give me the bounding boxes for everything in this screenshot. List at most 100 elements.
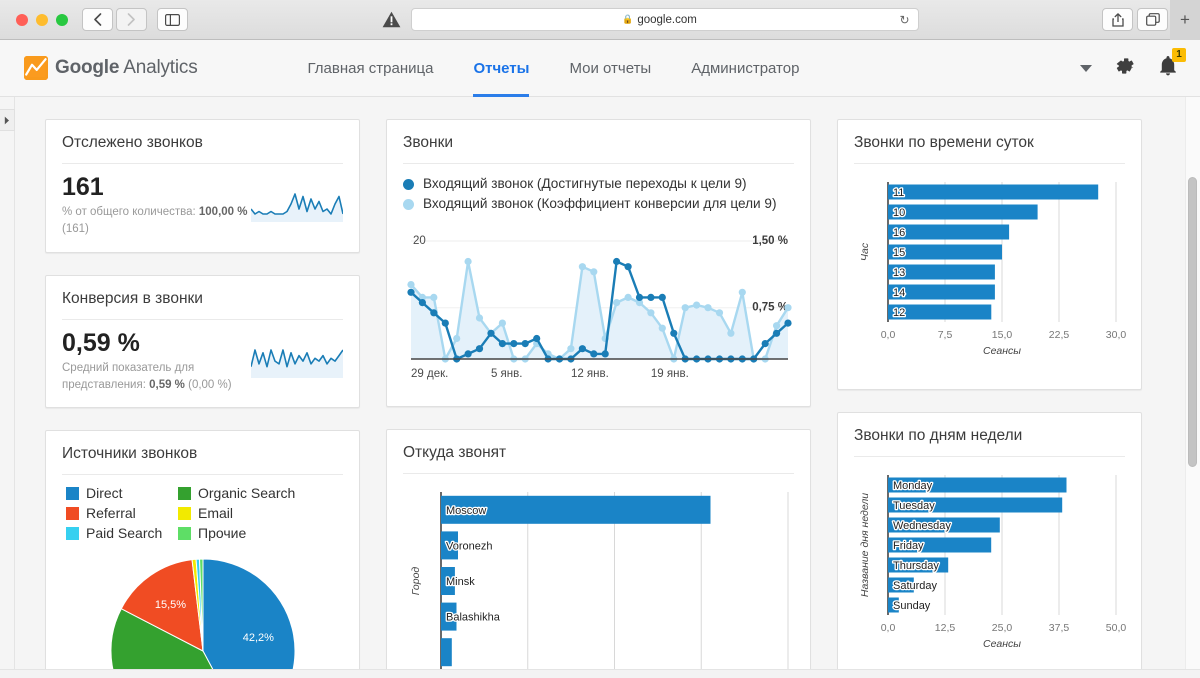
metric-sub-suffix: (0,00 %) <box>184 378 232 391</box>
bar-category-label: 15 <box>893 247 905 259</box>
metric-sub-value: 100,00 % <box>198 206 248 219</box>
address-bar[interactable]: 🔒 google.com ↻ <box>410 8 919 31</box>
metric-value: 0,59 % <box>62 328 140 357</box>
chevron-down-icon[interactable] <box>1080 64 1092 72</box>
scorecard-row: 0,59 % Средний показатель для представле… <box>62 328 343 394</box>
x-axis-tick: 12 янв. <box>571 368 609 380</box>
card-call-conversion: Конверсия в звонки 0,59 % Средний показа… <box>45 274 360 409</box>
by-hour-bar-chart[interactable]: 11 10 16 15 13 14 12 0,0 7,5 15,0 22,5 30,0 Сеансы Ча… <box>854 174 1126 370</box>
horizontal-scrollbar-track[interactable] <box>0 669 1200 678</box>
new-tab-button[interactable]: + <box>1170 0 1200 40</box>
bar-category-label: Tuesday <box>893 500 935 512</box>
y-axis-tick: 20 <box>413 235 426 247</box>
pie-legend-item-прочие[interactable]: Прочие <box>178 525 343 541</box>
metric-sub-suffix: (161) <box>62 222 89 235</box>
by-weekday-bar-chart[interactable]: Monday Tuesday Wednesday Friday Thursday Satu… <box>854 467 1126 663</box>
expand-sidebar-button[interactable] <box>0 109 15 131</box>
x-axis-tick: 12,5 <box>935 622 956 634</box>
pie-legend: Direct Organic Search Referral Email Paid Se… <box>66 485 343 541</box>
card-title: Звонки <box>403 134 794 164</box>
maximize-window-button[interactable] <box>56 13 68 26</box>
metric-subtext: Средний показатель для представления: 0,… <box>62 360 251 393</box>
share-button[interactable] <box>1102 8 1133 31</box>
sparkline-tracked-calls <box>251 193 343 222</box>
pie-legend-item-organic-search[interactable]: Organic Search <box>178 485 343 501</box>
legend-label: Входящий звонок (Коэффициент конверсии д… <box>423 196 777 212</box>
share-icon <box>1111 12 1124 27</box>
main-nav: Главная страница Отчеты Мои отчеты Админ… <box>288 40 820 97</box>
bar-category-label: 10 <box>893 207 905 219</box>
legend-dot-icon <box>403 178 414 190</box>
dashboard-body: Отслежено звонков 161 % от общего количе… <box>0 97 1200 678</box>
scorecard-row: 161 % от общего количества: 100,00 % (16… <box>62 174 343 238</box>
gear-icon[interactable] <box>1114 55 1136 81</box>
nav-item-home[interactable]: Главная страница <box>288 40 454 97</box>
line-chart-legend: Входящий звонок (Достигнутые переходы к … <box>403 174 794 215</box>
card-calls-timeseries: Звонки Входящий звонок (Достигнутые пере… <box>386 119 811 407</box>
where-from-bar-chart[interactable]: Moscow Voronezh Minsk Balashikha Город <box>403 484 796 670</box>
chevron-left-icon <box>94 13 102 26</box>
minimize-window-button[interactable] <box>36 13 48 26</box>
tabs-overview-icon <box>1145 13 1160 26</box>
pie-slice-label: 15,5% <box>154 599 185 611</box>
metric-sub-prefix: % от общего количества: <box>62 206 199 219</box>
logo-text-google: Google <box>55 57 120 78</box>
legend-label: Paid Search <box>86 525 163 542</box>
bar-category-label: Friday <box>893 540 924 552</box>
legend-label: Referral <box>86 505 136 522</box>
sidebar-toggle-button[interactable] <box>157 8 188 31</box>
legend-item-conversion-rate[interactable]: Входящий звонок (Коэффициент конверсии д… <box>403 194 794 214</box>
bar-category-label: 14 <box>893 287 905 299</box>
forward-button[interactable] <box>116 8 147 31</box>
back-button[interactable] <box>82 8 113 31</box>
chevron-right-icon <box>4 116 9 124</box>
bar-category-label: 13 <box>893 267 905 279</box>
nav-item-my-reports[interactable]: Мои отчеты <box>549 40 671 97</box>
card-title: Источники звонков <box>62 445 343 476</box>
dashboard-column-2: Звонки Входящий звонок (Достигнутые пере… <box>386 119 811 678</box>
y2-axis-tick: 1,50 % <box>752 235 788 247</box>
bar <box>888 224 1010 240</box>
dashboard-column-1: Отслежено звонков 161 % от общего количе… <box>45 119 360 678</box>
logo-text-analytics: Analytics <box>119 57 198 78</box>
vertical-scrollbar-thumb[interactable] <box>1188 177 1197 467</box>
x-axis-tick: 5 янв. <box>491 368 522 380</box>
calls-line-chart[interactable]: 20101,50 %0,75 %29 дек.5 янв.12 янв.19 я… <box>403 219 796 387</box>
tab-overview-button[interactable] <box>1137 8 1168 31</box>
pie-legend-item-referral[interactable]: Referral <box>66 505 174 521</box>
browser-right-controls <box>1102 8 1170 31</box>
x-axis-tick: 29 дек. <box>411 368 448 380</box>
x-axis-tick: 19 янв. <box>651 368 689 380</box>
google-analytics-logo[interactable]: Google Analytics <box>24 56 198 80</box>
pie-chart[interactable]: 42,2%40,4%15,5% <box>103 551 303 678</box>
legend-swatch-icon <box>66 526 79 540</box>
lock-icon: 🔒 <box>622 14 634 24</box>
metric-sub-value: 0,59 % <box>149 378 185 391</box>
card-calls-by-weekday: Звонки по дням недели Monday Tuesday Wedne… <box>837 412 1142 678</box>
pie-legend-item-direct[interactable]: Direct <box>66 485 174 501</box>
x-axis-tick: 15,0 <box>992 329 1013 341</box>
legend-item-goal-completions[interactable]: Входящий звонок (Достигнутые переходы к … <box>403 174 794 194</box>
legend-swatch-icon <box>178 506 191 520</box>
bar-category-label: Moscow <box>446 505 486 517</box>
nav-item-reports[interactable]: Отчеты <box>453 40 549 97</box>
metric-value: 161 <box>62 173 104 201</box>
close-window-button[interactable] <box>16 13 28 26</box>
pie-legend-item-email[interactable]: Email <box>178 505 343 521</box>
y2-axis-tick: 0,75 % <box>752 301 788 313</box>
pie-legend-item-paid-search[interactable]: Paid Search <box>66 525 174 541</box>
reload-button[interactable]: ↻ <box>899 13 909 27</box>
sparkline-call-conversion <box>251 348 343 378</box>
x-axis-tick: 0,0 <box>881 622 896 634</box>
url-text: google.com <box>637 13 697 26</box>
legend-swatch-icon <box>66 506 79 520</box>
bar-category-label: 12 <box>893 307 905 319</box>
bar <box>888 204 1038 220</box>
certificate-warning-icon[interactable] <box>382 11 401 28</box>
nav-item-admin[interactable]: Администратор <box>671 40 819 97</box>
x-axis-tick: 7,5 <box>938 329 953 341</box>
scorecard-values: 0,59 % Средний показатель для представле… <box>62 328 251 394</box>
x-axis-title: Сеансы <box>983 345 1021 357</box>
bar-category-label: 16 <box>893 227 905 239</box>
notifications[interactable]: 1 <box>1158 47 1186 82</box>
